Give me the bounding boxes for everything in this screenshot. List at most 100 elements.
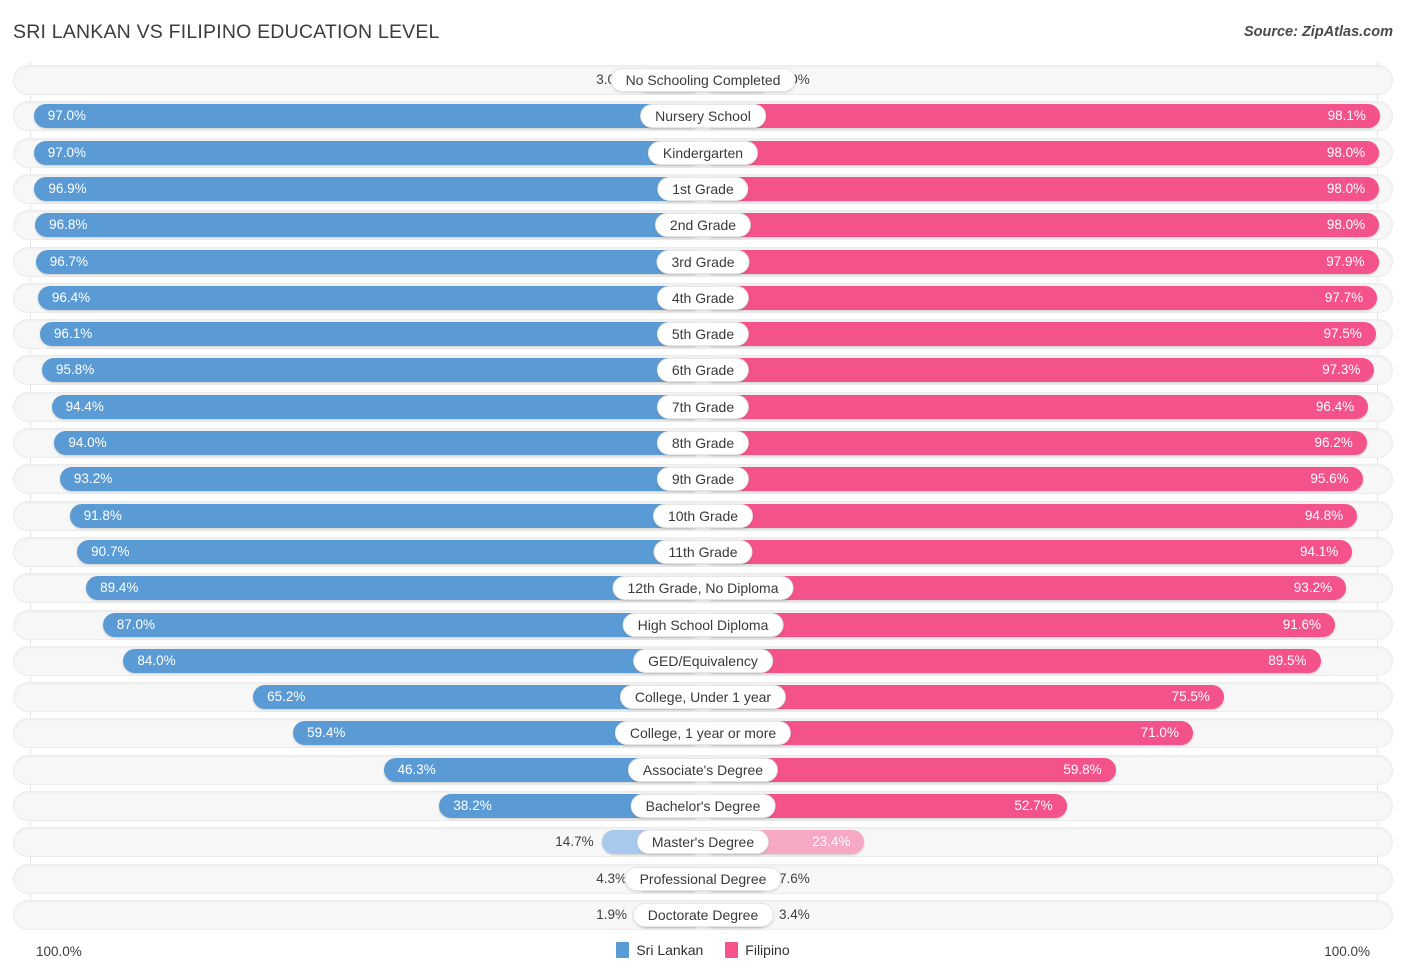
bar-filipino[interactable]: [703, 431, 1367, 455]
bar-sri-lankan[interactable]: [34, 176, 703, 201]
chart-row[interactable]: 94.4% 96.4% 7th Grade: [13, 391, 1393, 422]
category-label: GED/Equivalency: [633, 648, 773, 673]
bar-filipino[interactable]: [703, 467, 1363, 492]
legend-label-sri-lankan: Sri Lankan: [636, 942, 704, 958]
chart-row[interactable]: 93.2% 95.6% 9th Grade: [13, 464, 1393, 495]
category-label: Associate's Degree: [627, 757, 779, 782]
bar-sri-lankan[interactable]: [86, 576, 703, 601]
legend-swatch-filipino: [725, 942, 739, 958]
row-half-right: 98.0%: [703, 210, 1393, 240]
bar-sri-lankan[interactable]: [39, 322, 703, 347]
row-half-left: 96.7%: [13, 247, 703, 277]
row-half-right: 97.9%: [703, 247, 1393, 277]
row-half-right: 59.8%: [703, 755, 1393, 785]
bar-filipino[interactable]: [703, 140, 1380, 165]
chart-row[interactable]: 90.7% 94.1% 11th Grade: [13, 536, 1393, 567]
bar-sri-lankan[interactable]: [37, 285, 703, 310]
category-label: 5th Grade: [656, 322, 750, 347]
row-half-left: 96.4%: [13, 283, 703, 313]
chart-row[interactable]: 38.2% 52.7% Bachelor's Degree: [13, 791, 1393, 821]
chart-legend: Sri Lankan Filipino: [0, 942, 1406, 958]
row-half-right: 96.2%: [703, 428, 1393, 458]
chart-row[interactable]: 96.1% 97.5% 5th Grade: [13, 319, 1393, 350]
bar-value-filipino: 23.4%: [812, 834, 851, 850]
bar-value-filipino: 98.0%: [1326, 217, 1366, 233]
bar-filipino[interactable]: [703, 394, 1369, 419]
chart-row[interactable]: 91.8% 94.8% 10th Grade: [13, 500, 1393, 531]
category-label: College, 1 year or more: [614, 721, 792, 746]
row-half-left: 1.9%: [13, 900, 703, 930]
row-half-right: 2.0%: [703, 65, 1393, 95]
bar-value-filipino: 95.6%: [1310, 471, 1349, 487]
bar-filipino[interactable]: [703, 322, 1376, 347]
bar-filipino[interactable]: [703, 648, 1321, 673]
row-half-left: 96.9%: [13, 174, 703, 204]
bar-sri-lankan[interactable]: [51, 394, 703, 419]
chart-row[interactable]: 96.4% 97.7% 4th Grade: [13, 282, 1393, 313]
bar-filipino[interactable]: [703, 213, 1380, 238]
row-half-right: 75.5%: [703, 682, 1393, 712]
row-half-left: 90.7%: [13, 537, 703, 567]
legend-item-sri-lankan[interactable]: Sri Lankan: [616, 942, 703, 958]
chart-row[interactable]: 87.0% 91.6% High School Diploma: [13, 609, 1393, 640]
row-half-left: 97.0%: [13, 138, 703, 168]
chart-row[interactable]: 94.0% 96.2% 8th Grade: [13, 428, 1393, 458]
chart-row[interactable]: 65.2% 75.5% College, Under 1 year: [13, 682, 1393, 713]
bar-sri-lankan[interactable]: [123, 648, 703, 673]
chart-row[interactable]: 14.7% 23.4% Master's Degree: [13, 827, 1393, 858]
chart-row[interactable]: 96.7% 97.9% 3rd Grade: [13, 246, 1393, 277]
source-attribution: Source: ZipAtlas.com: [1243, 24, 1393, 40]
row-half-left: 46.3%: [13, 755, 703, 785]
bar-filipino[interactable]: [703, 176, 1380, 201]
bar-sri-lankan[interactable]: [33, 104, 703, 129]
bar-filipino[interactable]: [703, 104, 1380, 129]
row-half-right: 97.7%: [703, 283, 1393, 313]
category-label: 12th Grade, No Diploma: [612, 576, 794, 601]
chart-row[interactable]: 1.9% 3.4% Doctorate Degree: [13, 899, 1393, 930]
bar-filipino[interactable]: [703, 358, 1375, 383]
bar-value-sri-lankan: 96.8%: [49, 217, 88, 233]
chart-row[interactable]: 3.0%2.0%No Schooling Completed: [13, 65, 1393, 95]
bar-sri-lankan[interactable]: [33, 140, 703, 165]
bar-sri-lankan[interactable]: [54, 431, 703, 455]
chart-row[interactable]: 59.4% 71.0% College, 1 year or more: [13, 718, 1393, 749]
bar-value-filipino: 97.5%: [1323, 326, 1362, 342]
row-half-left: 89.4%: [13, 573, 703, 603]
bar-filipino[interactable]: [703, 285, 1378, 310]
chart-row[interactable]: 4.3% 7.6% Professional Degree: [13, 863, 1393, 894]
chart-row[interactable]: 96.8% 98.0% 2nd Grade: [13, 210, 1393, 241]
chart-row[interactable]: 46.3% 59.8% Associate's Degree: [13, 754, 1393, 785]
chart-row[interactable]: 96.9% 98.0% 1st Grade: [13, 173, 1393, 204]
row-half-left: 95.8%: [13, 355, 703, 385]
bar-sri-lankan[interactable]: [102, 612, 703, 637]
chart-row[interactable]: 84.0% 89.5% GED/Equivalency: [13, 645, 1393, 676]
bar-filipino[interactable]: [703, 576, 1347, 601]
category-label: 8th Grade: [656, 431, 750, 455]
bar-sri-lankan[interactable]: [77, 539, 703, 564]
row-half-left: 59.4%: [13, 718, 703, 748]
row-half-left: 91.8%: [13, 501, 703, 531]
bar-filipino[interactable]: [703, 249, 1379, 274]
bar-value-sri-lankan: 59.4%: [307, 725, 346, 741]
bar-sri-lankan[interactable]: [69, 503, 703, 528]
bar-value-sri-lankan: 14.7%: [555, 834, 594, 850]
legend-item-filipino[interactable]: Filipino: [725, 942, 790, 958]
bar-value-filipino: 97.9%: [1326, 253, 1365, 269]
chart-row[interactable]: 97.0% 98.1% Nursery School: [13, 101, 1393, 132]
bar-sri-lankan[interactable]: [41, 358, 703, 383]
bar-filipino[interactable]: [703, 612, 1336, 637]
bar-sri-lankan[interactable]: [35, 213, 703, 238]
chart-header: SRI LANKAN VS FILIPINO EDUCATION LEVEL S…: [0, 0, 1406, 60]
bar-sri-lankan[interactable]: [59, 467, 703, 492]
chart-row[interactable]: 95.8% 97.3% 6th Grade: [13, 355, 1393, 386]
bar-value-filipino: 94.8%: [1304, 507, 1344, 523]
bar-filipino[interactable]: [703, 503, 1358, 528]
chart-row[interactable]: 89.4% 93.2% 12th Grade, No Diploma: [13, 573, 1393, 604]
category-label: 11th Grade: [653, 539, 753, 564]
row-half-right: 94.8%: [703, 501, 1393, 531]
chart-row[interactable]: 97.0% 98.0% Kindergarten: [13, 137, 1393, 168]
row-half-left: 84.0%: [13, 646, 703, 676]
row-half-right: 98.0%: [703, 174, 1393, 204]
bar-filipino[interactable]: [703, 539, 1353, 564]
bar-sri-lankan[interactable]: [35, 249, 703, 274]
